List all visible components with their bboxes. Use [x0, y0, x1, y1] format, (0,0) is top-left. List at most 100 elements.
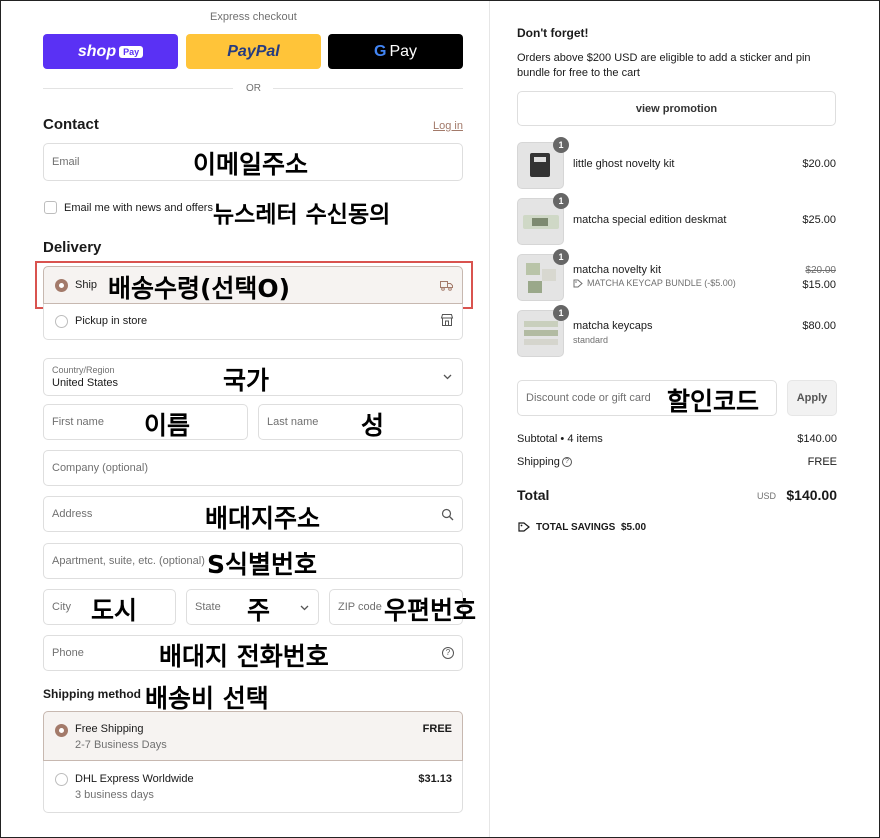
pickup-label: Pickup in store: [75, 315, 148, 327]
apartment-placeholder: Apartment, suite, etc. (optional): [52, 555, 205, 567]
item-price: $25.00: [802, 214, 836, 226]
item-discount-label: MATCHA KEYCAP BUNDLE (-$5.00): [587, 278, 736, 288]
ship-annotation: 배송수령(선택O): [108, 274, 291, 303]
reminder-text-line1: Orders above $200 USD are eligible to ad…: [517, 52, 811, 64]
help-icon[interactable]: ?: [442, 647, 454, 659]
item-price: $15.00: [802, 279, 836, 291]
store-icon: [440, 314, 454, 326]
tag-icon: [573, 279, 583, 288]
phone-placeholder: Phone: [52, 647, 84, 659]
newsletter-annotation: 뉴스레터 수신동의: [213, 202, 391, 228]
item-name: little ghost novelty kit: [573, 158, 675, 170]
ship-label: Ship: [75, 279, 98, 291]
order-summary: Don't forget! Orders above $200 USD are …: [490, 1, 879, 837]
savings-tag-icon: [518, 522, 530, 532]
google-pay-button[interactable]: G Pay: [328, 34, 463, 69]
company-placeholder: Company (optional): [52, 462, 148, 474]
dhl-shipping-radio[interactable]: [55, 773, 68, 786]
phone-annotation: 배대지 전화번호: [159, 642, 329, 671]
apply-button[interactable]: Apply: [787, 380, 837, 416]
subtotal-value: $140.00: [797, 433, 837, 445]
pickup-radio[interactable]: [55, 315, 68, 328]
item-name: matcha keycaps: [573, 320, 653, 332]
item-quantity-badge: 1: [553, 137, 569, 153]
country-value: United States: [52, 377, 119, 389]
shop-pay-button[interactable]: shop Pay: [43, 34, 178, 69]
country-label: Country/Region: [52, 365, 115, 375]
address-placeholder: Address: [52, 508, 93, 520]
chevron-down-icon: [300, 605, 309, 611]
paypal-wordmark: PayPal: [227, 42, 280, 60]
shop-pay-badge: Pay: [119, 45, 144, 58]
view-promotion-button[interactable]: view promotion: [517, 91, 836, 126]
last-name-annotation: 성: [361, 411, 385, 440]
newsletter-label: Email me with news and offers: [64, 202, 213, 214]
reminder-text-line2: bundle for free to the cart: [517, 67, 640, 79]
zip-placeholder: ZIP code: [338, 601, 382, 613]
subtotal-label: Subtotal • 4 items: [517, 433, 603, 445]
shop-pay-wordmark: shop: [77, 42, 117, 60]
shipping-value: FREE: [807, 456, 837, 468]
contact-title: Contact: [43, 116, 99, 133]
shipping-option-dhl[interactable]: DHL Express Worldwide 3 business days $3…: [43, 761, 463, 813]
item-variant: standard: [573, 335, 609, 345]
search-icon: [441, 508, 454, 521]
pickup-option[interactable]: Pickup in store: [43, 304, 463, 340]
express-checkout-label: Express checkout: [210, 11, 297, 23]
state-annotation: 주: [247, 596, 271, 625]
total-label: Total: [517, 487, 550, 503]
city-annotation: 도시: [91, 596, 138, 625]
state-placeholder: State: [195, 601, 221, 613]
shipping-method-annotation: 배송비 선택: [145, 684, 269, 713]
first-name-placeholder: First name: [52, 416, 104, 428]
ship-radio[interactable]: [55, 279, 68, 292]
shipping-option-eta: 3 business days: [75, 789, 154, 801]
newsletter-checkbox[interactable]: [44, 201, 57, 214]
shipping-method-title: Shipping method: [43, 687, 141, 701]
item-quantity-badge: 1: [553, 305, 569, 321]
item-name: matcha novelty kit: [573, 264, 662, 276]
free-shipping-radio[interactable]: [55, 724, 68, 737]
company-input[interactable]: Company (optional): [43, 450, 463, 486]
shipping-label: Shipping: [517, 456, 560, 468]
google-pay-wordmark: Pay: [389, 42, 418, 60]
item-quantity-badge: 1: [553, 193, 569, 209]
paypal-button[interactable]: PayPal: [186, 34, 321, 69]
item-price: $20.00: [802, 158, 836, 170]
email-placeholder: Email: [52, 156, 80, 168]
checkout-form: Express checkout shop Pay PayPal G Pay O…: [1, 1, 490, 837]
discount-annotation: 할인코드: [667, 387, 760, 416]
zip-annotation: 우편번호: [384, 596, 477, 625]
shipping-option-free[interactable]: Free Shipping 2-7 Business Days FREE: [43, 711, 463, 761]
or-divider-right: [273, 88, 463, 89]
shipping-option-name: Free Shipping: [75, 723, 144, 735]
apartment-annotation: S식별번호: [207, 550, 318, 579]
currency-code: USD: [757, 491, 777, 501]
truck-icon: [440, 281, 453, 291]
last-name-placeholder: Last name: [267, 416, 319, 428]
chevron-down-icon: [443, 374, 452, 380]
item-original-price: $20.00: [805, 265, 836, 276]
login-link[interactable]: Log in: [433, 120, 463, 132]
email-annotation: 이메일주소: [193, 150, 309, 179]
address-annotation: 배대지주소: [205, 504, 321, 533]
item-name: matcha special edition deskmat: [573, 214, 727, 226]
country-annotation: 국가: [223, 366, 270, 395]
total-savings-value: $5.00: [621, 522, 647, 533]
google-g-icon: G: [373, 42, 387, 60]
item-quantity-badge: 1: [553, 249, 569, 265]
shipping-info-icon[interactable]: ?: [562, 457, 572, 467]
or-divider-left: [43, 88, 233, 89]
reminder-title: Don't forget!: [517, 26, 589, 40]
shipping-option-name: DHL Express Worldwide: [75, 773, 194, 785]
total-savings-label: TOTAL SAVINGS: [536, 522, 616, 533]
shipping-option-eta: 2-7 Business Days: [75, 739, 167, 751]
total-value: $140.00: [786, 487, 837, 503]
discount-placeholder: Discount code or gift card: [526, 392, 651, 404]
city-placeholder: City: [52, 601, 71, 613]
delivery-title: Delivery: [43, 239, 102, 256]
shipping-option-price: FREE: [422, 723, 452, 735]
first-name-annotation: 이름: [144, 411, 191, 440]
item-price: $80.00: [802, 320, 836, 332]
or-label: OR: [246, 83, 261, 94]
